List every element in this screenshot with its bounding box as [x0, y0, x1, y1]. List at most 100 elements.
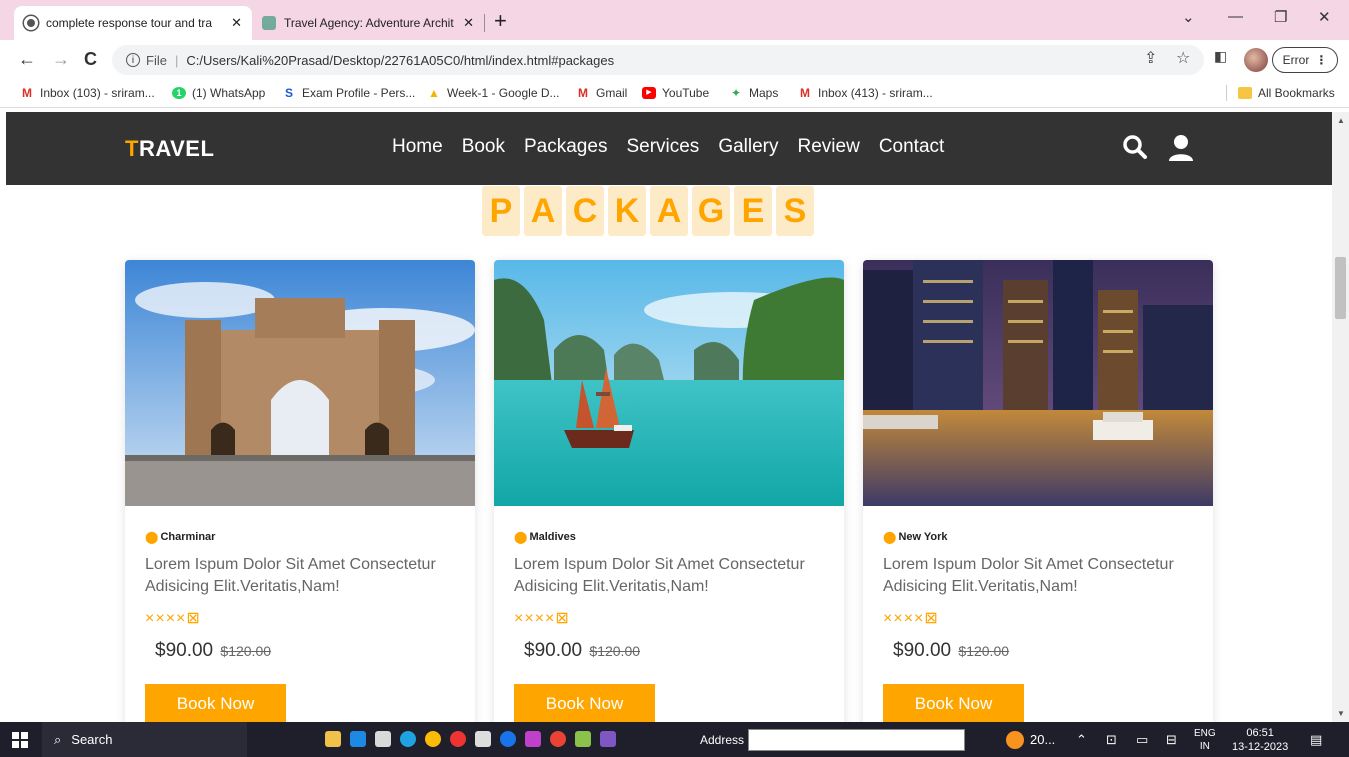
star-icon[interactable]: ☆ — [1176, 48, 1190, 68]
nav-services[interactable]: Services — [626, 136, 699, 158]
share-icon[interactable]: ⇪ — [1144, 48, 1157, 68]
site-header: TRAVEL Home Book Packages Services Galle… — [6, 112, 1332, 185]
windows-start-icon[interactable] — [12, 722, 28, 757]
rating-stars: ××××⊠ — [145, 610, 201, 627]
avatar[interactable] — [1244, 48, 1268, 72]
weather[interactable]: 20... — [1006, 722, 1055, 757]
close-window-icon[interactable]: ✕ — [1318, 8, 1331, 26]
reload-icon[interactable]: C — [84, 48, 97, 70]
chrome-icon[interactable] — [425, 731, 441, 747]
tab-title: Travel Agency: Adventure Archit — [284, 16, 454, 30]
book-now-button[interactable]: Book Now — [145, 684, 286, 722]
bookmark-label: Maps — [749, 86, 779, 100]
file-explorer-icon[interactable] — [325, 731, 341, 747]
scroll-down-icon[interactable]: ▼ — [1337, 709, 1345, 718]
gmail-icon: M — [800, 86, 810, 100]
clock[interactable]: 06:51 13-12-2023 — [1232, 722, 1288, 757]
logo-rest: RAVEL — [138, 136, 215, 161]
back-icon[interactable]: ← — [18, 48, 36, 70]
close-tab-icon[interactable]: ✕ — [463, 15, 474, 31]
old-price: $120.00 — [220, 643, 272, 659]
minimize-icon[interactable]: — — [1228, 8, 1243, 25]
bookmark-label: Week-1 - Google D... — [447, 86, 560, 100]
all-bookmarks[interactable]: All Bookmarks — [1238, 86, 1335, 100]
whatsapp-icon: 1 — [172, 87, 186, 99]
address-bar[interactable]: i File | C:/Users/Kali%20Prasad/Desktop/… — [112, 45, 1204, 75]
book-now-button[interactable]: Book Now — [514, 684, 655, 722]
weather-text: 20... — [1030, 732, 1056, 747]
app-icon[interactable] — [475, 731, 491, 747]
notification-icon[interactable]: ▤ — [1310, 722, 1322, 757]
nav-gallery[interactable]: Gallery — [718, 136, 778, 158]
url-prefix: File — [146, 52, 167, 68]
bookmark-label: Exam Profile - Pers... — [302, 86, 416, 100]
bookmark-item[interactable]: ▶ YouTube — [642, 86, 709, 100]
tab-title: complete response tour and tra — [46, 16, 213, 30]
info-icon[interactable]: i — [126, 53, 140, 67]
nav-review[interactable]: Review — [798, 136, 860, 158]
sidepanel-icon[interactable]: ◧ — [1214, 48, 1227, 65]
bookmark-item[interactable]: 1 (1) WhatsApp — [172, 86, 265, 100]
bookmark-item[interactable]: M Inbox (103) - sriram... — [20, 86, 155, 100]
app-icon[interactable] — [575, 731, 591, 747]
network-icon[interactable]: ⊟ — [1166, 722, 1177, 757]
tab-search-chevron-icon[interactable]: ⌄ — [1182, 8, 1195, 26]
bookmark-label: (1) WhatsApp — [192, 86, 266, 100]
skype-icon[interactable] — [500, 731, 516, 747]
app-icon[interactable] — [525, 731, 541, 747]
mail-icon[interactable] — [350, 731, 366, 747]
bookmark-item[interactable]: M Inbox (413) - sriram... — [798, 86, 933, 100]
opera-icon[interactable] — [450, 731, 466, 747]
site-logo[interactable]: TRAVEL — [125, 136, 214, 162]
nav-book[interactable]: Book — [462, 136, 505, 158]
taskbar-address-input[interactable] — [748, 729, 965, 751]
visual-studio-icon[interactable] — [600, 731, 616, 747]
gmail-icon: M — [22, 86, 32, 100]
bookmark-item[interactable]: ✦ Maps — [729, 86, 778, 100]
taskbar: ⌕ Search Address 20... ⌃ ⊡ ▭ ⊟ ENG IN 06… — [0, 722, 1349, 757]
tab-inactive[interactable]: Travel Agency: Adventure Archit ✕ — [252, 6, 484, 40]
bookmarks-bar: M Inbox (103) - sriram... 1 (1) WhatsApp… — [0, 80, 1349, 108]
user-icon[interactable] — [1168, 134, 1194, 167]
package-card: ⬤ Maldives Lorem Ispum Dolor Sit Amet Co… — [494, 260, 844, 722]
current-price: $90.00 — [893, 640, 952, 661]
address-label: Address — [700, 732, 745, 747]
youtube-icon: ▶ — [642, 87, 656, 99]
scrollbar-thumb[interactable] — [1335, 257, 1346, 319]
nav-contact[interactable]: Contact — [879, 136, 944, 158]
bookmark-item[interactable]: S Exam Profile - Pers... — [282, 86, 415, 100]
battery-icon[interactable]: ▭ — [1136, 722, 1148, 757]
scroll-up-icon[interactable]: ▲ — [1337, 116, 1345, 125]
tray-chevron-icon[interactable]: ⌃ — [1076, 722, 1087, 757]
heading-letter: G — [692, 186, 730, 236]
taskbar-search[interactable]: ⌕ Search — [42, 722, 247, 757]
gmail-icon: M — [578, 86, 588, 100]
close-tab-icon[interactable]: ✕ — [231, 15, 242, 31]
book-now-button[interactable]: Book Now — [883, 684, 1024, 722]
restore-icon[interactable]: ❐ — [1274, 8, 1287, 26]
location-label: Maldives — [529, 531, 576, 543]
bookmark-item[interactable]: M Gmail — [576, 86, 627, 100]
weather-icon — [1006, 730, 1024, 749]
bookmark-item[interactable]: ▲ Week-1 - Google D... — [427, 86, 560, 100]
store-icon[interactable] — [375, 731, 391, 747]
new-tab-button[interactable]: + — [494, 8, 507, 34]
tab-active[interactable]: complete response tour and tra ✕ — [14, 6, 252, 40]
error-button[interactable]: Error ⋮ — [1272, 47, 1338, 73]
page-scrollbar[interactable]: ▲ ▼ — [1332, 112, 1349, 722]
clock-time: 06:51 — [1246, 726, 1274, 739]
nav-packages[interactable]: Packages — [524, 136, 607, 158]
maps-icon: ✦ — [730, 86, 742, 100]
heading-letter: A — [650, 186, 688, 236]
drive-icon: ▲ — [428, 86, 440, 100]
heading-letter: P — [482, 186, 520, 236]
tray-icon[interactable]: ⊡ — [1106, 722, 1117, 757]
forward-icon[interactable]: → — [52, 48, 70, 70]
nav-home[interactable]: Home — [392, 136, 443, 158]
language-indicator[interactable]: ENG IN — [1194, 722, 1216, 757]
chrome-active-icon[interactable] — [550, 731, 566, 747]
edge-icon[interactable] — [400, 731, 416, 747]
url-divider: | — [174, 52, 179, 68]
map-pin-icon: ⬤ — [883, 530, 897, 544]
search-icon[interactable] — [1122, 134, 1148, 165]
